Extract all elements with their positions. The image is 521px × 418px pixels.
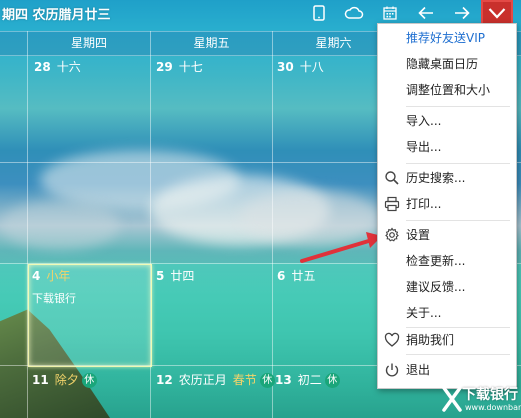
menu-item-settings[interactable]: 设置 bbox=[378, 224, 516, 246]
day-number: 12 农历正月 春节休 bbox=[156, 371, 275, 388]
watermark-logo-icon bbox=[442, 386, 462, 415]
day-cell[interactable]: 12 农历正月 春节休 bbox=[151, 366, 275, 418]
day-number: 28 十六 bbox=[34, 60, 81, 74]
day-cell[interactable]: 4 小年 下载银行 bbox=[28, 264, 150, 365]
menu-item-check-updates[interactable]: 检查更新... bbox=[378, 250, 516, 272]
menu-separator bbox=[406, 220, 510, 221]
weekday-label: 星期五 bbox=[193, 36, 230, 50]
printer-icon bbox=[384, 196, 400, 212]
gear-icon bbox=[384, 227, 400, 243]
lunar-date: 十八 bbox=[299, 60, 324, 74]
day-cell[interactable]: 6 廿五 bbox=[273, 264, 377, 365]
menu-item-adjust-position[interactable]: 调整位置和大小 bbox=[378, 79, 516, 101]
calendar-event[interactable]: 下载银行 bbox=[32, 290, 76, 306]
day-cell[interactable]: 13 初二休 bbox=[273, 366, 377, 418]
menu-item-hide-desktop-calendar[interactable]: 隐藏桌面日历 bbox=[378, 53, 516, 75]
day-number: 30 十八 bbox=[277, 60, 324, 74]
phone-button[interactable] bbox=[305, 1, 333, 25]
lunar-date: 初二 bbox=[297, 373, 322, 387]
calendar-background: 期四 农历腊月廿三 星期四 星期五 星期六 28 十六 29 十七 30 十八 … bbox=[0, 0, 521, 418]
cloud-sync-button[interactable] bbox=[340, 1, 368, 25]
day-number: 11 除夕休 bbox=[32, 371, 97, 388]
arrow-left-icon bbox=[418, 6, 434, 20]
rest-day-badge: 休 bbox=[81, 373, 97, 388]
menu-separator bbox=[406, 354, 510, 355]
watermark-url: www.downbank.cn bbox=[465, 403, 521, 412]
lunar-date: 农历正月 bbox=[178, 373, 227, 387]
heart-icon bbox=[384, 332, 400, 348]
day-cell[interactable]: 30 十八 bbox=[273, 55, 377, 162]
menu-separator bbox=[406, 106, 510, 107]
calendar-button[interactable] bbox=[376, 1, 404, 25]
menu-item-donate[interactable]: 捐助我们 bbox=[378, 329, 516, 351]
lunar-date: 廿五 bbox=[291, 269, 316, 283]
menu-item-recommend-vip[interactable]: 推荐好友送VIP bbox=[378, 27, 516, 49]
menu-item-print[interactable]: 打印... bbox=[378, 193, 516, 215]
day-cell[interactable]: 5 廿四 bbox=[151, 264, 272, 365]
day-cell[interactable]: 28 十六 bbox=[28, 55, 150, 162]
menu-item-history-search[interactable]: 历史搜索... bbox=[378, 167, 516, 189]
previous-button[interactable] bbox=[412, 1, 440, 25]
holiday-label: 春节 bbox=[232, 373, 257, 387]
menu-separator bbox=[406, 327, 510, 328]
menu-item-export[interactable]: 导出... bbox=[378, 136, 516, 158]
arrow-right-icon bbox=[454, 6, 470, 20]
power-icon bbox=[384, 362, 400, 378]
day-cell[interactable]: 29 十七 bbox=[151, 55, 272, 162]
menu-item-about[interactable]: 关于... bbox=[378, 302, 516, 324]
lunar-date: 十七 bbox=[178, 60, 203, 74]
phone-icon bbox=[313, 5, 325, 21]
dropdown-menu: 推荐好友送VIP 隐藏桌面日历 调整位置和大小 导入... 导出... 历史搜索… bbox=[377, 23, 517, 389]
lunar-date: 十六 bbox=[56, 60, 81, 74]
lunar-date: 廿四 bbox=[170, 269, 195, 283]
cloud-icon bbox=[344, 6, 364, 20]
menu-item-import[interactable]: 导入... bbox=[378, 110, 516, 132]
weekday-label: 星期六 bbox=[315, 36, 352, 50]
day-number: 29 十七 bbox=[156, 60, 203, 74]
menu-item-exit[interactable]: 退出 bbox=[378, 359, 516, 381]
day-number: 5 廿四 bbox=[156, 269, 195, 283]
rest-day-badge: 休 bbox=[324, 373, 340, 388]
current-date-label: 期四 农历腊月廿三 bbox=[2, 8, 111, 23]
day-number: 13 初二休 bbox=[275, 371, 340, 388]
watermark-name: 下载银行 bbox=[462, 387, 518, 403]
calendar-icon bbox=[383, 6, 397, 20]
day-number: 6 廿五 bbox=[277, 269, 316, 283]
lunar-date: 小年 bbox=[46, 269, 71, 283]
day-number: 4 小年 bbox=[32, 269, 71, 283]
next-button[interactable] bbox=[448, 1, 476, 25]
menu-item-feedback[interactable]: 建议反馈... bbox=[378, 276, 516, 298]
watermark: 下载银行 www.downbank.cn bbox=[438, 383, 521, 418]
search-icon bbox=[384, 170, 400, 186]
day-cell[interactable]: 11 除夕休 bbox=[28, 366, 150, 418]
lunar-date: 除夕 bbox=[54, 373, 79, 387]
weekday-label: 星期四 bbox=[70, 36, 107, 50]
menu-separator bbox=[406, 163, 510, 164]
chevron-down-icon bbox=[488, 7, 506, 19]
